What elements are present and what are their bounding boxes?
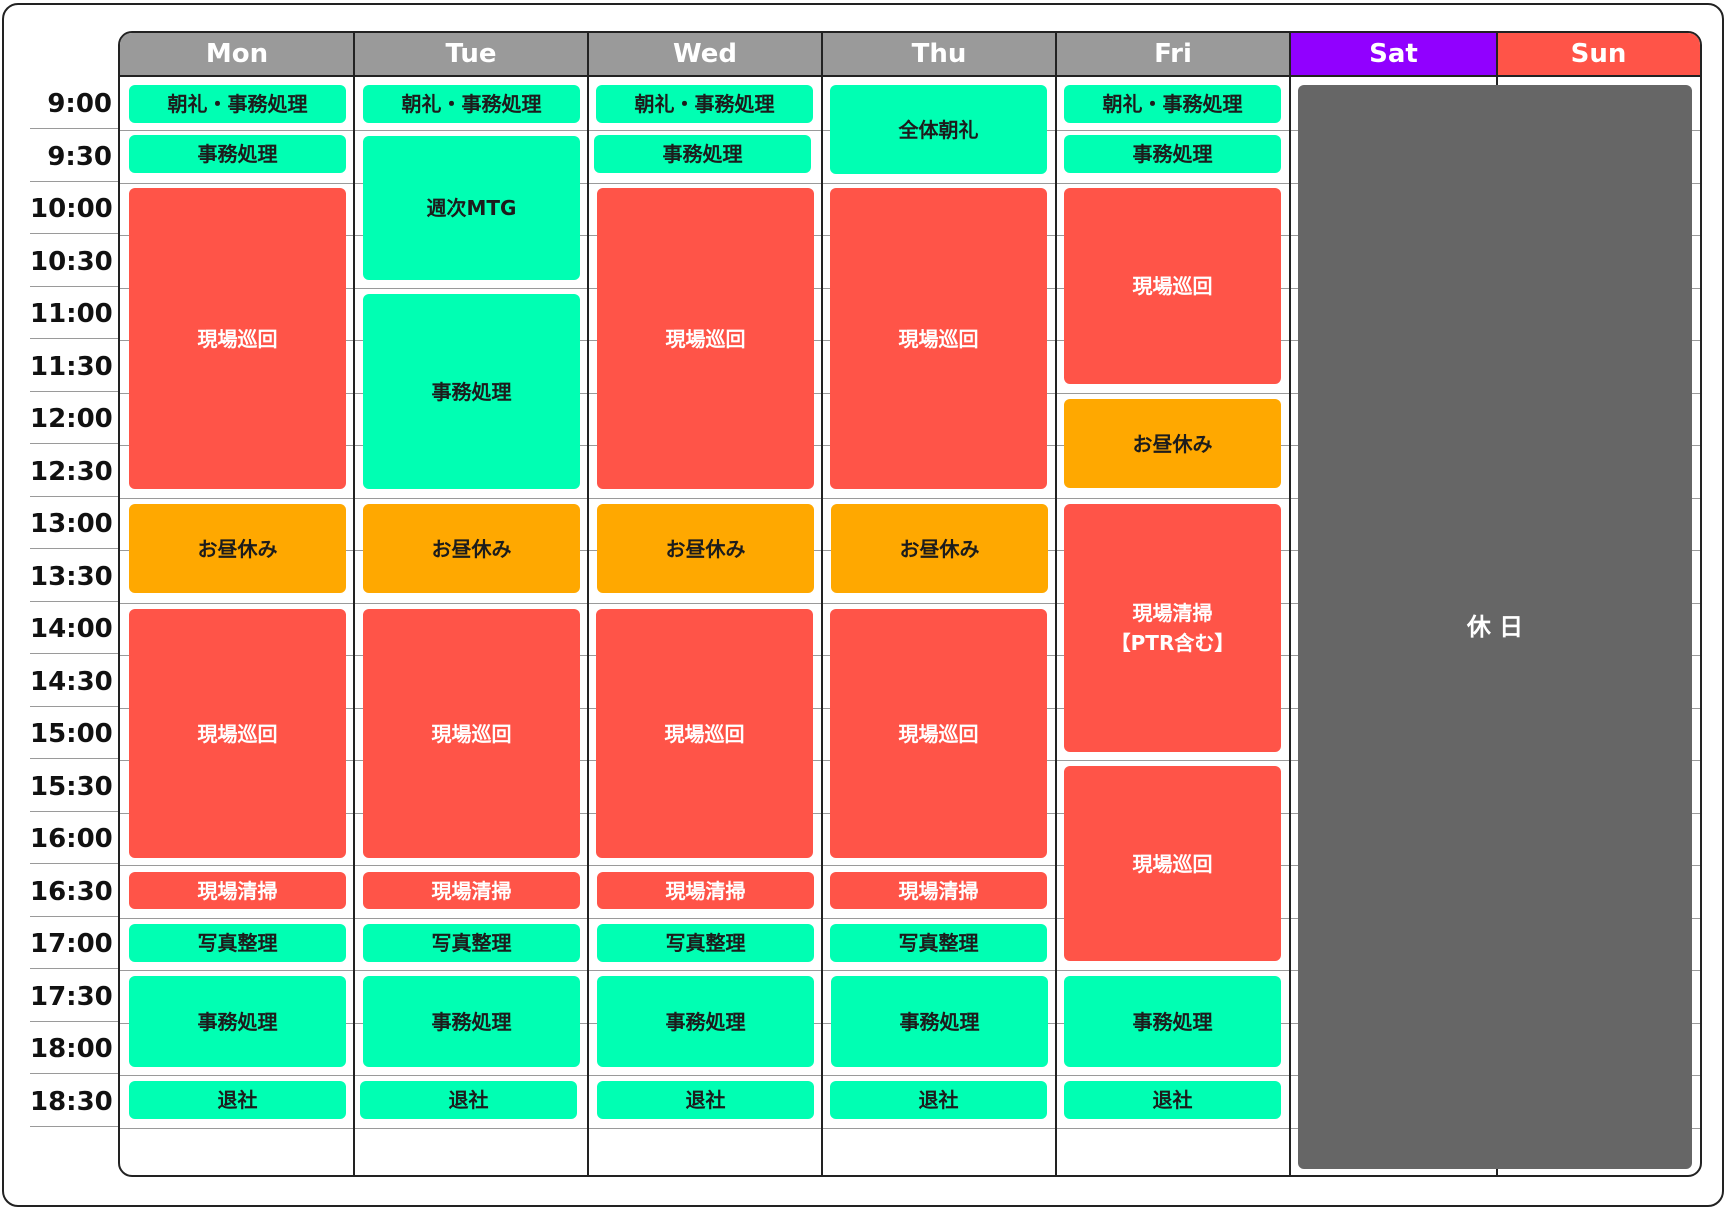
- day-header-thu: Thu: [822, 33, 1056, 77]
- time-label: 18:00: [30, 1034, 113, 1064]
- event-wed-2[interactable]: 事務処理: [594, 135, 811, 173]
- time-gutter-line: [30, 705, 118, 707]
- day-header-fri: Fri: [1056, 33, 1290, 77]
- time-gutter-line: [30, 548, 118, 549]
- time-label: 11:00: [30, 299, 113, 329]
- event-tue-5[interactable]: 現場巡回: [363, 609, 580, 858]
- time-gutter-line: [30, 1073, 118, 1074]
- day-header-wed: Wed: [588, 33, 822, 77]
- event-tue-2[interactable]: 週次MTG: [363, 136, 580, 280]
- event-thu-4[interactable]: 現場巡回: [830, 609, 1047, 858]
- event-mon-5[interactable]: 現場巡回: [129, 609, 346, 858]
- time-gutter-line: [30, 495, 118, 497]
- event-thu-6[interactable]: 写真整理: [830, 924, 1047, 962]
- time-gutter-line: [30, 233, 118, 234]
- time-label: 11:30: [30, 351, 113, 382]
- day-header-sun: Sun: [1497, 33, 1700, 77]
- time-gutter-line: [30, 390, 118, 392]
- event-tue-6[interactable]: 現場清掃: [363, 872, 580, 909]
- event-thu-8[interactable]: 退社: [830, 1081, 1047, 1119]
- time-label: 16:00: [30, 824, 113, 854]
- event-wed-6[interactable]: 現場清掃: [597, 872, 814, 909]
- event-thu-7[interactable]: 事務処理: [831, 976, 1048, 1067]
- time-label: 14:00: [30, 614, 113, 644]
- event-tue-1[interactable]: 朝礼・事務処理: [363, 85, 580, 123]
- time-gutter-line: [30, 758, 118, 759]
- day-header-sat: Sat: [1290, 33, 1497, 77]
- event-mon-1[interactable]: 朝礼・事務処理: [129, 85, 346, 123]
- time-gutter-line: [30, 915, 118, 917]
- time-label: 10:30: [30, 246, 113, 277]
- event-fri-1[interactable]: 朝礼・事務処理: [1064, 85, 1281, 123]
- event-wed-5[interactable]: 現場巡回: [596, 609, 813, 858]
- time-label: 16:30: [30, 876, 113, 907]
- time-label: 10:00: [30, 194, 113, 224]
- column-divider: [1289, 33, 1291, 1175]
- time-gutter-line: [30, 810, 118, 812]
- event-mon-9[interactable]: 退社: [129, 1081, 346, 1119]
- event-fri-5[interactable]: 現場清掃 【PTR含む】: [1064, 504, 1281, 752]
- time-gutter-line: [30, 180, 118, 182]
- event-fri-3[interactable]: 現場巡回: [1064, 188, 1281, 384]
- event-wed-8[interactable]: 事務処理: [597, 976, 814, 1067]
- event-mon-3[interactable]: 現場巡回: [129, 188, 346, 489]
- time-label: 18:30: [30, 1086, 113, 1117]
- event-thu-3[interactable]: お昼休み: [831, 504, 1048, 593]
- time-gutter-line: [30, 128, 118, 129]
- time-label: 15:30: [30, 771, 113, 802]
- time-label: 12:00: [30, 404, 113, 434]
- event-fri-6[interactable]: 現場巡回: [1064, 766, 1281, 961]
- time-label: 13:00: [30, 509, 113, 539]
- column-divider: [1055, 33, 1057, 1175]
- time-label: 15:00: [30, 719, 113, 749]
- event-fri-4[interactable]: お昼休み: [1064, 399, 1281, 488]
- time-gutter-line: [30, 1125, 118, 1127]
- event-thu-1[interactable]: 全体朝礼: [830, 85, 1047, 174]
- time-label: 17:30: [30, 981, 113, 1012]
- time-label: 9:30: [47, 141, 112, 172]
- time-gutter-line: [30, 1020, 118, 1022]
- event-mon-8[interactable]: 事務処理: [129, 976, 346, 1067]
- event-wed-3[interactable]: 現場巡回: [597, 188, 814, 489]
- event-weekend-holiday[interactable]: 休 日: [1298, 85, 1692, 1169]
- column-divider: [353, 33, 355, 1175]
- event-mon-6[interactable]: 現場清掃: [129, 872, 346, 909]
- event-wed-1[interactable]: 朝礼・事務処理: [596, 85, 813, 123]
- event-tue-7[interactable]: 写真整理: [363, 924, 580, 962]
- event-tue-8[interactable]: 事務処理: [363, 976, 580, 1067]
- event-fri-8[interactable]: 退社: [1064, 1081, 1281, 1119]
- event-wed-4[interactable]: お昼休み: [597, 504, 814, 593]
- time-gutter-line: [30, 443, 118, 444]
- event-mon-4[interactable]: お昼休み: [129, 504, 346, 593]
- schedule-grid: Mon Tue Wed Thu Fri Sat Sun 朝礼・事務処理 事務処理…: [118, 31, 1702, 1177]
- time-label: 13:30: [30, 561, 113, 592]
- day-header-tue: Tue: [354, 33, 588, 77]
- event-mon-2[interactable]: 事務処理: [129, 135, 346, 173]
- time-label: 12:30: [30, 456, 113, 487]
- event-mon-7[interactable]: 写真整理: [129, 924, 346, 962]
- column-divider: [587, 33, 589, 1175]
- time-label: 14:30: [30, 666, 113, 697]
- event-tue-4[interactable]: お昼休み: [363, 504, 580, 593]
- time-label: 9:00: [47, 89, 112, 119]
- time-gutter-line: [30, 285, 118, 287]
- time-gutter-line: [30, 863, 118, 864]
- column-divider: [821, 33, 823, 1175]
- time-gutter-line: [30, 600, 118, 602]
- event-fri-7[interactable]: 事務処理: [1064, 976, 1281, 1067]
- event-thu-5[interactable]: 現場清掃: [830, 872, 1047, 909]
- time-gutter-line: [30, 653, 118, 654]
- event-thu-2[interactable]: 現場巡回: [830, 188, 1047, 489]
- day-header-mon: Mon: [120, 33, 354, 77]
- time-gutter-line: [30, 968, 118, 969]
- event-wed-7[interactable]: 写真整理: [597, 924, 814, 962]
- event-fri-2[interactable]: 事務処理: [1064, 135, 1281, 173]
- event-tue-3[interactable]: 事務処理: [363, 294, 580, 489]
- event-tue-9[interactable]: 退社: [360, 1081, 577, 1119]
- time-gutter-line: [30, 338, 118, 339]
- time-label: 17:00: [30, 929, 113, 959]
- event-wed-9[interactable]: 退社: [597, 1081, 814, 1119]
